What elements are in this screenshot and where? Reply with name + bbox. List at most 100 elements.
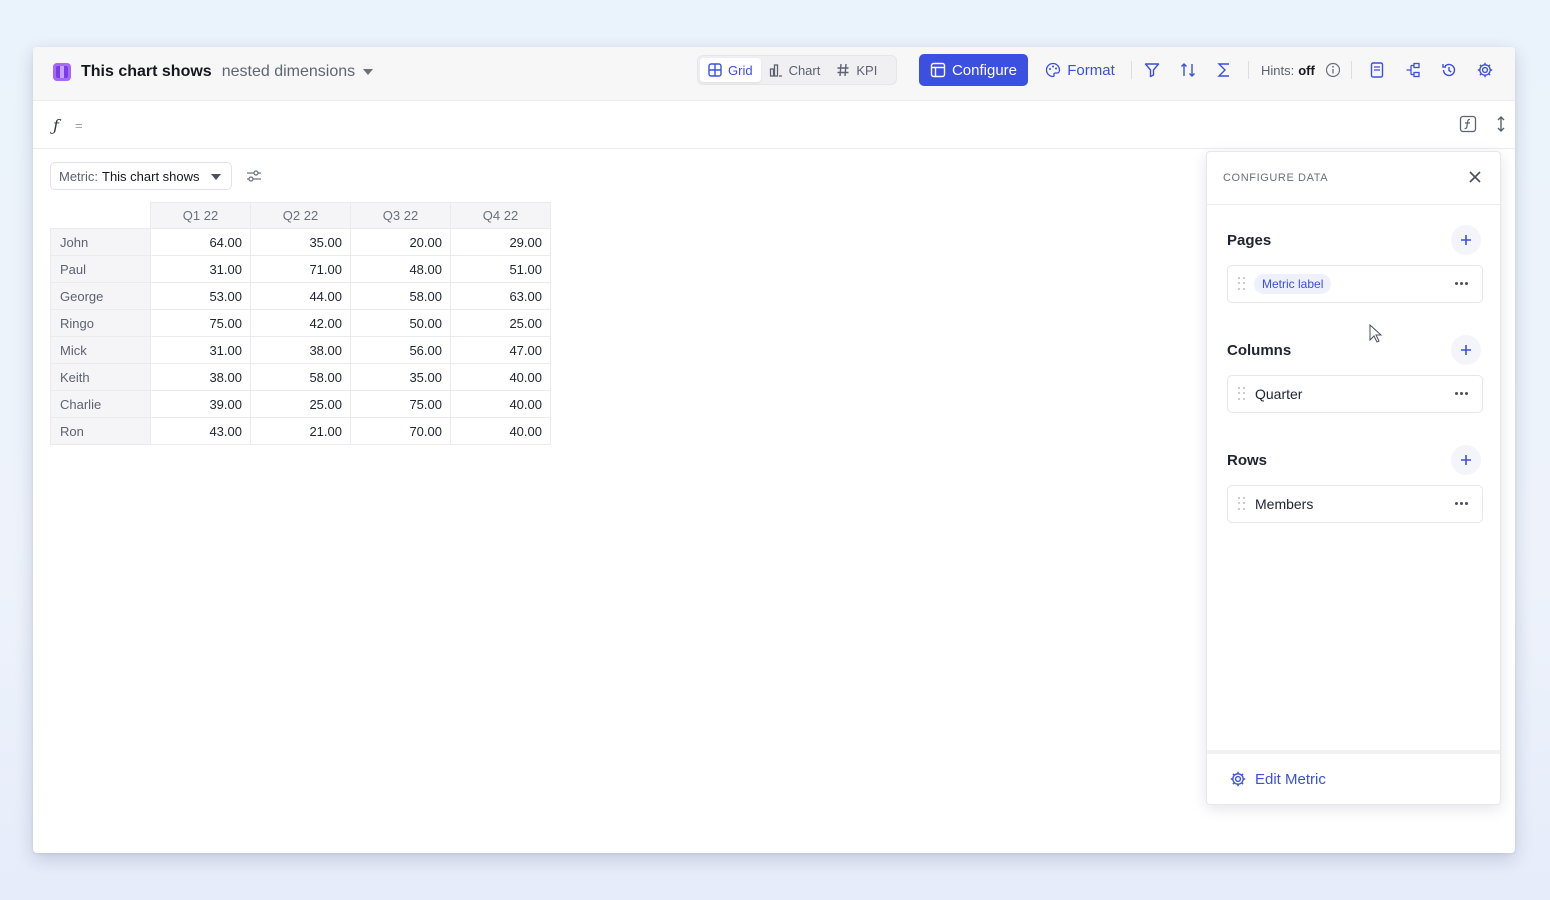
chevron-down-icon[interactable] xyxy=(363,69,374,75)
row-header[interactable]: Ringo xyxy=(50,309,151,337)
drag-handle-icon[interactable] xyxy=(1238,387,1246,401)
formula-bar[interactable]: ƒ = xyxy=(33,101,1515,149)
grid-cell[interactable]: 71.00 xyxy=(250,255,351,283)
table-row: Mick 31.00 38.00 56.00 47.00 xyxy=(50,336,551,364)
grid-cell[interactable]: 58.00 xyxy=(350,282,451,310)
sort-icon[interactable] xyxy=(1177,59,1199,81)
grid-cell[interactable]: 25.00 xyxy=(450,309,551,337)
grid-cell[interactable]: 20.00 xyxy=(350,228,451,256)
table-layout-icon xyxy=(930,62,946,78)
column-header[interactable]: Q2 22 xyxy=(250,202,351,229)
grid-cell[interactable]: 47.00 xyxy=(450,336,551,364)
row-dimension-card[interactable]: Members xyxy=(1227,485,1483,523)
table-row: Ringo 75.00 42.00 50.00 25.00 xyxy=(50,309,551,337)
grid-cell[interactable]: 75.00 xyxy=(350,390,451,418)
row-header[interactable]: Mick xyxy=(50,336,151,364)
more-options-icon[interactable] xyxy=(1455,282,1468,285)
add-row-button[interactable] xyxy=(1451,445,1481,475)
grid-cell[interactable]: 42.00 xyxy=(250,309,351,337)
grid-cell[interactable]: 40.00 xyxy=(450,363,551,391)
column-header[interactable]: Q3 22 xyxy=(350,202,451,229)
grid-cell[interactable]: 21.00 xyxy=(250,417,351,445)
grid-cell[interactable]: 56.00 xyxy=(350,336,451,364)
grid-cell[interactable]: 35.00 xyxy=(350,363,451,391)
grid-cell[interactable]: 39.00 xyxy=(150,390,251,418)
format-label: Format xyxy=(1067,61,1115,79)
gear-icon xyxy=(1230,771,1246,787)
mouse-cursor-icon xyxy=(1369,323,1383,349)
metric-app-icon xyxy=(53,63,71,81)
info-icon[interactable] xyxy=(1325,62,1341,78)
grid-cell[interactable]: 29.00 xyxy=(450,228,551,256)
title-area[interactable]: This chart shows nested dimensions xyxy=(53,60,374,84)
hints-toggle[interactable]: Hints: off xyxy=(1261,62,1341,78)
column-header[interactable]: Q4 22 xyxy=(450,202,551,229)
grid-cell[interactable]: 40.00 xyxy=(450,417,551,445)
history-icon[interactable] xyxy=(1438,59,1460,81)
grid-cell[interactable]: 38.00 xyxy=(150,363,251,391)
hierarchy-icon[interactable] xyxy=(1402,59,1424,81)
plus-icon xyxy=(1461,455,1471,465)
grid-cell[interactable]: 31.00 xyxy=(150,255,251,283)
filter-icon[interactable] xyxy=(1141,59,1163,81)
close-icon[interactable] xyxy=(1467,169,1483,190)
metric-select-value: This chart shows xyxy=(102,168,200,184)
configure-button[interactable]: Configure xyxy=(919,54,1028,86)
gear-icon[interactable] xyxy=(1474,59,1496,81)
row-header[interactable]: Paul xyxy=(50,255,151,283)
more-options-icon[interactable] xyxy=(1455,392,1468,395)
view-toggle: Grid Chart KPI xyxy=(697,55,897,85)
add-column-button[interactable] xyxy=(1451,335,1481,365)
grid-cell[interactable]: 58.00 xyxy=(250,363,351,391)
view-chart-button[interactable]: Chart xyxy=(761,58,829,82)
expand-vertical-icon[interactable] xyxy=(1495,115,1507,138)
sliders-icon[interactable] xyxy=(245,167,263,190)
grid-cell[interactable]: 40.00 xyxy=(450,390,551,418)
header-bar: This chart shows nested dimensions Grid … xyxy=(33,47,1515,101)
page-subtitle: nested dimensions xyxy=(221,63,356,80)
add-page-button[interactable] xyxy=(1451,225,1481,255)
document-icon[interactable] xyxy=(1366,59,1388,81)
metric-select[interactable]: Metric: This chart shows xyxy=(50,162,232,190)
column-header[interactable]: Q1 22 xyxy=(150,202,251,229)
grid-cell[interactable]: 63.00 xyxy=(450,282,551,310)
grid-cell[interactable]: 48.00 xyxy=(350,255,451,283)
table-row: John 64.00 35.00 20.00 29.00 xyxy=(50,228,551,256)
panel-header: CONFIGURE DATA xyxy=(1207,152,1500,205)
row-header[interactable]: George xyxy=(50,282,151,310)
grid-cell[interactable]: 70.00 xyxy=(350,417,451,445)
grid-cell[interactable]: 31.00 xyxy=(150,336,251,364)
grid-cell[interactable]: 64.00 xyxy=(150,228,251,256)
table-row: George 53.00 44.00 58.00 63.00 xyxy=(50,282,551,310)
edit-metric-button[interactable]: Edit Metric xyxy=(1229,770,1326,788)
column-dimension-label: Quarter xyxy=(1255,386,1303,402)
view-kpi-button[interactable]: KPI xyxy=(828,58,885,82)
more-options-icon[interactable] xyxy=(1455,502,1468,505)
grid-cell[interactable]: 44.00 xyxy=(250,282,351,310)
grid-cell[interactable]: 38.00 xyxy=(250,336,351,364)
sum-icon[interactable] xyxy=(1213,59,1235,81)
grid-cell[interactable]: 53.00 xyxy=(150,282,251,310)
panel-footer: Edit Metric xyxy=(1207,750,1500,804)
grid-cell[interactable]: 35.00 xyxy=(250,228,351,256)
drag-handle-icon[interactable] xyxy=(1238,277,1246,291)
view-kpi-label: KPI xyxy=(856,62,878,78)
format-button[interactable]: Format xyxy=(1037,54,1123,86)
view-grid-button[interactable]: Grid xyxy=(700,58,761,82)
column-dimension-card[interactable]: Quarter xyxy=(1227,375,1483,413)
grid-cell[interactable]: 43.00 xyxy=(150,417,251,445)
data-grid: Q1 22 Q2 22 Q3 22 Q4 22 John 64.00 35.00… xyxy=(50,202,551,445)
row-header[interactable]: Ron xyxy=(50,417,151,445)
grid-corner xyxy=(50,202,151,229)
row-header[interactable]: John xyxy=(50,228,151,256)
grid-cell[interactable]: 50.00 xyxy=(350,309,451,337)
toolbar-divider xyxy=(1351,61,1352,79)
drag-handle-icon[interactable] xyxy=(1238,497,1246,511)
formula-editor-icon[interactable] xyxy=(1459,115,1477,138)
grid-cell[interactable]: 75.00 xyxy=(150,309,251,337)
row-header[interactable]: Charlie xyxy=(50,390,151,418)
grid-cell[interactable]: 51.00 xyxy=(450,255,551,283)
page-dimension-card[interactable]: Metric label xyxy=(1227,265,1483,303)
row-header[interactable]: Keith xyxy=(50,363,151,391)
grid-cell[interactable]: 25.00 xyxy=(250,390,351,418)
